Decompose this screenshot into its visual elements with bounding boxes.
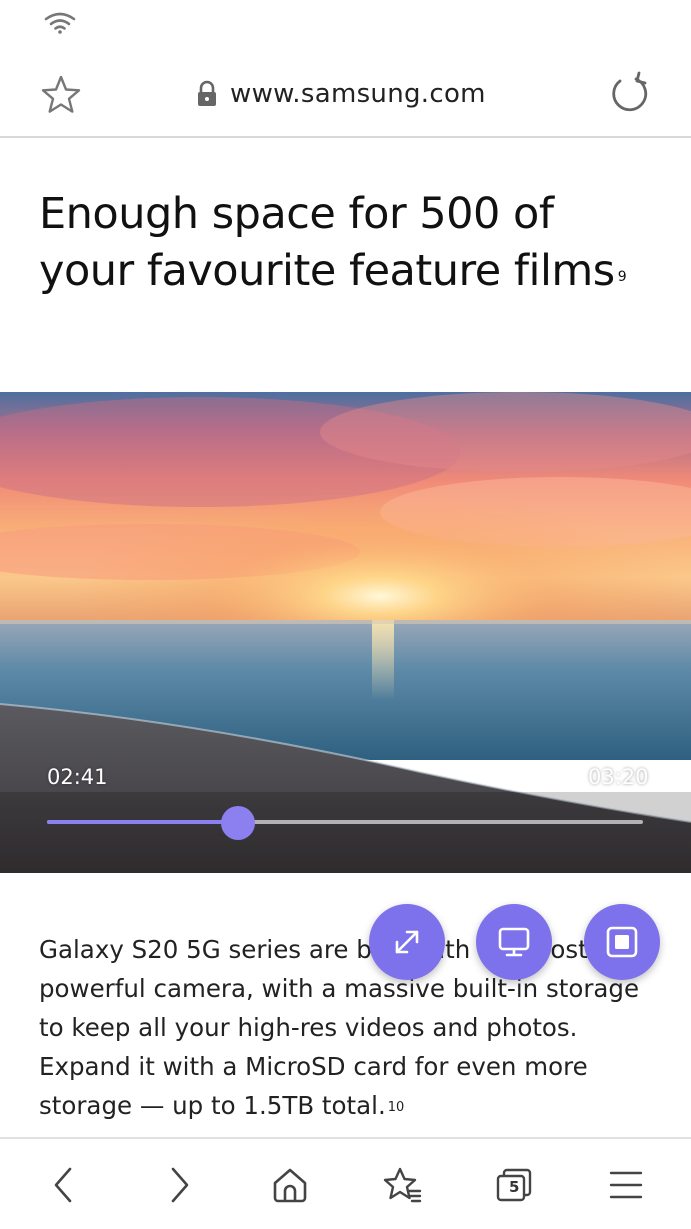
menu-icon	[609, 1171, 643, 1199]
forward-button[interactable]	[157, 1163, 201, 1207]
home-icon	[273, 1168, 307, 1203]
reload-button[interactable]	[606, 70, 654, 118]
picture-in-picture-button[interactable]	[584, 904, 660, 980]
body-footnote: 10	[387, 1100, 405, 1115]
forward-icon	[171, 1167, 189, 1203]
tabs-button[interactable]: 5	[492, 1163, 536, 1207]
expand-video-button[interactable]	[369, 904, 445, 980]
home-button[interactable]	[268, 1163, 312, 1207]
url-text: www.samsung.com	[230, 79, 486, 109]
star-icon	[41, 75, 81, 113]
page-headline: Enough space for 500 of your favourite f…	[39, 189, 627, 296]
bookmarks-button[interactable]	[380, 1163, 424, 1207]
menu-button[interactable]	[604, 1163, 648, 1207]
back-icon	[54, 1167, 72, 1203]
bookmark-star-button[interactable]	[38, 72, 84, 118]
total-time: 03:20	[588, 765, 649, 789]
seek-thumb[interactable]	[220, 806, 255, 840]
lock-icon	[198, 80, 216, 106]
bottom-navigation: 5	[0, 1137, 691, 1229]
video-player[interactable]: 02:41 03:20	[0, 392, 691, 873]
sunset-video-frame	[0, 392, 691, 873]
cast-icon	[498, 927, 530, 957]
reload-icon	[612, 71, 648, 112]
url-bar: www.samsung.com	[0, 48, 691, 138]
picture-in-picture-icon	[606, 926, 638, 958]
status-bar	[0, 0, 691, 48]
seek-bar[interactable]	[47, 820, 643, 824]
back-button[interactable]	[42, 1163, 86, 1207]
tab-count: 5	[509, 1178, 520, 1196]
address-field[interactable]: www.samsung.com	[196, 74, 486, 114]
seek-bar-progress	[47, 820, 238, 824]
bookmarks-icon	[383, 1167, 422, 1203]
wifi-icon	[44, 12, 76, 34]
headline-footnote: 9	[617, 269, 627, 285]
cast-to-screen-button[interactable]	[476, 904, 552, 980]
expand-icon	[395, 930, 419, 954]
current-time: 02:41	[47, 765, 108, 789]
body-paragraph: Galaxy S20 5G series are built with our …	[39, 935, 640, 1120]
